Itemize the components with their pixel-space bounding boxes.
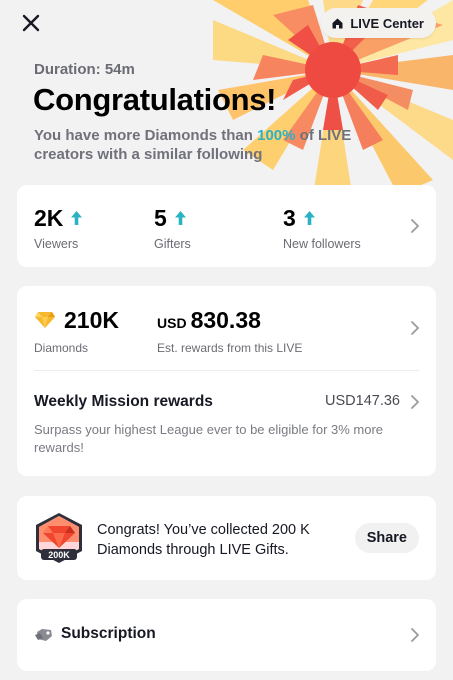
weekly-mission-amount: USD147.36 <box>325 393 400 409</box>
page-title: Congratulations! <box>33 82 277 117</box>
usd-value: 830.38 <box>190 307 261 333</box>
subscription-label: Subscription <box>61 625 156 642</box>
stat-value: 2K <box>34 205 64 231</box>
diamond-badge-icon: 200K <box>36 513 82 563</box>
close-button[interactable] <box>18 10 44 36</box>
summary-header: LIVE Center Duration: 54m Congratulation… <box>0 0 453 180</box>
usd-prefix: USD <box>157 315 187 331</box>
chevron-right-icon <box>411 628 419 642</box>
subscription-icon <box>35 629 52 641</box>
divider <box>34 370 419 371</box>
stat-label: Gifters <box>154 237 191 251</box>
badge-label: 200K <box>48 550 70 560</box>
live-center-button[interactable]: LIVE Center <box>321 8 436 38</box>
rewards-card: 210K Diamonds USD 830.38 Est. rewards fr… <box>17 286 436 476</box>
stat-gifters: 5 Gifters <box>154 205 191 251</box>
stat-label: Viewers <box>34 237 79 251</box>
milestone-message: Congrats! You’ve collected 200 K Diamond… <box>97 522 310 558</box>
share-button[interactable]: Share <box>354 523 419 553</box>
weekly-mission-description: Surpass your highest League ever to be e… <box>34 422 384 455</box>
weekly-mission-title[interactable]: Weekly Mission rewards <box>34 393 213 411</box>
stat-viewers: 2K Viewers <box>34 205 83 251</box>
subscription-row[interactable]: Subscription <box>17 599 436 671</box>
subtitle-highlight: 100% <box>257 127 296 144</box>
stat-value: 5 <box>154 205 167 231</box>
est-rewards-stat[interactable]: USD 830.38 Est. rewards from this LIVE <box>157 307 302 355</box>
live-duration: Duration: 54m <box>34 61 135 78</box>
subtitle-text: You have more Diamonds than <box>34 127 258 144</box>
diamonds-value: 210K <box>64 307 119 333</box>
arrow-up-icon <box>303 211 315 225</box>
chevron-right-icon <box>411 219 419 233</box>
usd-label: Est. rewards from this LIVE <box>157 341 303 355</box>
arrow-up-icon <box>71 211 83 225</box>
stat-new-followers: 3 New followers <box>283 205 361 251</box>
stat-value: 3 <box>283 205 296 231</box>
page-subtitle: You have more Diamonds than 100% of LIVE… <box>34 126 394 164</box>
diamond-icon <box>35 312 55 328</box>
stat-label: New followers <box>283 237 361 251</box>
stats-card[interactable]: 2K Viewers 5 Gifters 3 New followers <box>17 185 436 267</box>
live-center-label: LIVE Center <box>350 15 424 31</box>
home-icon <box>332 18 343 28</box>
close-icon <box>22 14 40 32</box>
diamonds-label: Diamonds <box>34 341 89 355</box>
milestone-card: 200K Congrats! You’ve collected 200 K Di… <box>17 496 436 580</box>
chevron-right-icon[interactable] <box>410 320 420 336</box>
arrow-up-icon <box>174 211 186 225</box>
diamonds-stat[interactable]: 210K Diamonds <box>34 307 119 355</box>
chevron-right-icon[interactable] <box>410 394 420 410</box>
